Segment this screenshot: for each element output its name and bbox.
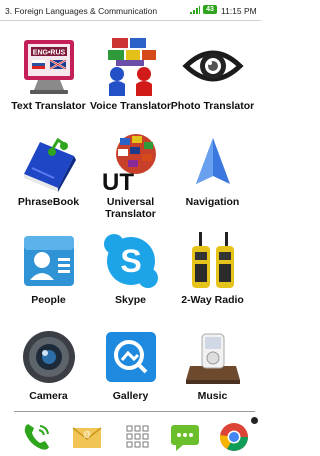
app-universal-translator[interactable]: UT Universal Translator (87, 132, 174, 220)
folder-title: 3. Foreign Languages & Communication (5, 6, 158, 16)
svg-text:S: S (120, 243, 141, 279)
eng-rus-text: ENG•RUS (32, 50, 65, 57)
app-navigation[interactable]: Navigation (169, 132, 256, 208)
svg-text:@: @ (83, 430, 91, 439)
people-icon (23, 236, 74, 286)
voice-translator-icon (107, 38, 156, 96)
two-way-radio-icon (191, 232, 234, 288)
app-gallery[interactable]: Gallery (87, 326, 174, 402)
app-phrasebook[interactable]: PhraseBook (5, 132, 92, 208)
app-label: Camera (29, 390, 68, 402)
ut-text: UT (102, 169, 134, 194)
app-music[interactable]: Music (169, 326, 256, 402)
signal-icon (190, 6, 200, 14)
app-label: Voice Translator (90, 100, 171, 112)
app-skype[interactable]: S Skype (87, 230, 174, 306)
app-photo-translator[interactable]: Photo Translator (169, 36, 256, 112)
app-camera[interactable]: Camera (5, 326, 92, 402)
app-label: People (31, 294, 66, 306)
clock: 11:15 PM (221, 6, 257, 16)
app-people[interactable]: People (5, 230, 92, 306)
skype-icon: S (103, 234, 158, 288)
universal-translator-icon: UT (102, 134, 156, 194)
messaging-icon[interactable] (168, 420, 202, 454)
app-label: 2-Way Radio (181, 294, 244, 306)
music-icon (185, 333, 240, 384)
phone-icon[interactable] (20, 420, 54, 454)
app-label: Gallery (112, 390, 149, 402)
chrome-icon[interactable] (217, 420, 251, 454)
app-label: Music (197, 390, 228, 402)
camera-icon (22, 331, 75, 383)
dock: @ (0, 418, 261, 456)
photo-translator-icon (181, 50, 244, 82)
app-voice-translator[interactable]: Voice Translator (87, 36, 174, 112)
email-icon[interactable]: @ (70, 420, 104, 454)
app-label: Skype (115, 294, 146, 306)
gallery-icon (105, 332, 156, 382)
text-translator-icon: ENG•RUS (23, 40, 74, 94)
app-label: Universal Translator (105, 196, 156, 220)
app-label: Text Translator (11, 100, 86, 112)
app-label: PhraseBook (17, 196, 80, 208)
app-text-translator[interactable]: ENG•RUS Text Translator (5, 36, 92, 112)
app-label: Photo Translator (170, 100, 255, 112)
navigation-icon (195, 138, 230, 184)
app-two-way-radio[interactable]: 2-Way Radio (169, 230, 256, 306)
status-bar: 3. Foreign Languages & Communication 43 … (0, 0, 261, 21)
dock-divider (14, 411, 255, 412)
battery-icon: 43 (203, 5, 217, 14)
app-drawer-icon[interactable] (121, 420, 155, 454)
app-label: Navigation (185, 196, 240, 208)
phrasebook-icon (23, 137, 76, 192)
